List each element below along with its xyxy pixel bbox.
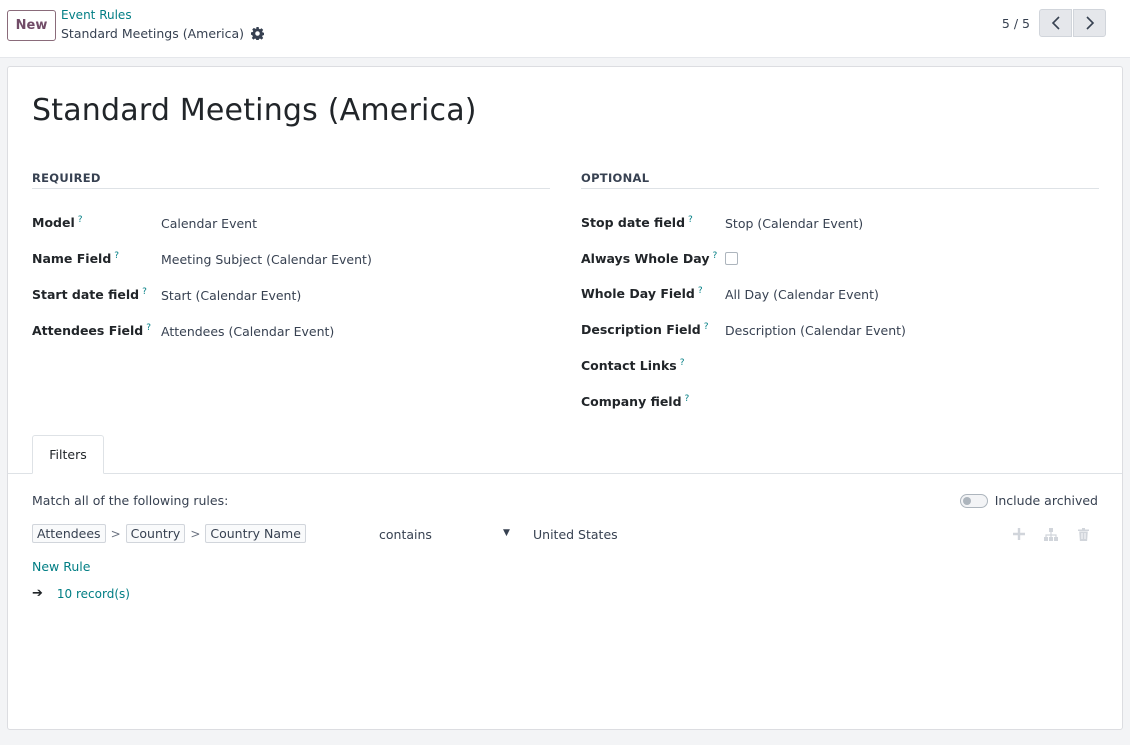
path-chip: Country Name [205,524,306,543]
record-title[interactable]: Standard Meetings (America) [32,93,477,128]
help-tooltip-marker[interactable]: ? [688,215,693,225]
include-archived-toggle[interactable]: Include archived [959,493,1098,508]
help-tooltip-marker[interactable]: ? [146,323,151,333]
pager-value[interactable]: 5 / 5 [1002,16,1030,31]
field-label-model: Model? [32,215,83,230]
rule-value-input[interactable]: United States [533,527,618,542]
breadcrumb-parent-link[interactable]: Event Rules [61,8,132,22]
path-chip: Attendees [32,524,106,543]
field-label-name: Name Field? [32,251,119,266]
toggle-switch[interactable] [959,493,988,508]
always-whole-day-checkbox[interactable] [725,252,738,265]
arrow-right-icon: ➔ [32,586,43,601]
field-value-stop-date[interactable]: Stop (Calendar Event) [725,216,863,231]
help-tooltip-marker[interactable]: ? [142,287,147,297]
field-label-stop-date: Stop date field? [581,215,693,230]
add-branch-icon[interactable] [1043,526,1059,542]
field-value-name[interactable]: Meeting Subject (Calendar Event) [161,252,372,267]
add-rule-icon[interactable] [1011,526,1027,542]
pager-next-button[interactable] [1073,9,1106,37]
match-rules-text: Match all of the following rules: [32,493,229,508]
chevron-left-icon [1051,16,1060,30]
chevron-right-icon [1085,16,1094,30]
include-archived-label: Include archived [994,493,1098,508]
field-label-attendees: Attendees Field? [32,323,151,338]
help-tooltip-marker[interactable]: ? [704,322,709,332]
field-label-text: Company field [581,394,682,410]
new-button[interactable]: New [7,10,56,41]
path-separator: > [190,526,201,541]
field-label-text: Whole Day Field [581,286,695,302]
field-label-text: Contact Links [581,358,677,374]
caret-down-icon[interactable]: ▼ [503,528,510,538]
help-tooltip-marker[interactable]: ? [712,251,717,261]
gear-icon[interactable] [251,27,265,40]
field-value-model[interactable]: Calendar Event [161,216,257,231]
trash-icon[interactable] [1075,526,1091,542]
field-label-company: Company field? [581,394,689,409]
field-value-whole-day[interactable]: All Day (Calendar Event) [725,287,879,302]
path-separator: > [110,526,121,541]
new-rule-link[interactable]: New Rule [32,559,90,574]
field-label-description: Description Field? [581,322,709,337]
field-value-start-date[interactable]: Start (Calendar Event) [161,288,301,303]
field-label-text: Description Field [581,322,701,338]
field-label-text: Model [32,215,75,231]
path-chip: Country [125,524,186,543]
help-tooltip-marker[interactable]: ? [78,215,83,225]
group-divider-required [32,188,550,189]
pager-previous-button[interactable] [1039,9,1072,37]
rule-operator-select[interactable]: contains [379,527,432,542]
field-label-start-date: Start date field? [32,287,147,302]
help-tooltip-marker[interactable]: ? [685,394,690,404]
breadcrumb-current-label: Standard Meetings (America) [61,26,245,41]
help-tooltip-marker[interactable]: ? [114,251,119,261]
field-label-text: Attendees Field [32,323,144,339]
field-value-attendees[interactable]: Attendees (Calendar Event) [161,324,334,339]
group-heading-optional: OPTIONAL [581,171,650,185]
field-label-contact-links: Contact Links? [581,358,685,373]
field-label-text: Always Whole Day [581,251,710,267]
field-value-description[interactable]: Description (Calendar Event) [725,323,906,338]
rule-field-path[interactable]: Attendees > Country > Country Name [32,524,306,543]
field-label-text: Stop date field [581,215,686,231]
tab-filters[interactable]: Filters [32,435,104,474]
field-label-text: Name Field [32,251,112,267]
form-sheet: Standard Meetings (America) REQUIRED OPT… [7,66,1123,730]
help-tooltip-marker[interactable]: ? [698,286,703,296]
group-heading-required: REQUIRED [32,171,101,185]
field-label-text: Start date field [32,287,140,303]
group-divider-optional [581,188,1099,189]
help-tooltip-marker[interactable]: ? [680,358,685,368]
record-count-label: 10 record(s) [56,586,130,601]
breadcrumb-current: Standard Meetings (America) [61,26,265,41]
notebook-divider [8,473,1122,474]
control-panel: New Event Rules Standard Meetings (Ameri… [0,0,1130,58]
field-label-whole-day: Whole Day Field? [581,286,703,301]
field-label-always-whole-day: Always Whole Day? [581,251,717,266]
record-count-link[interactable]: ➔ 10 record(s) [32,586,130,601]
